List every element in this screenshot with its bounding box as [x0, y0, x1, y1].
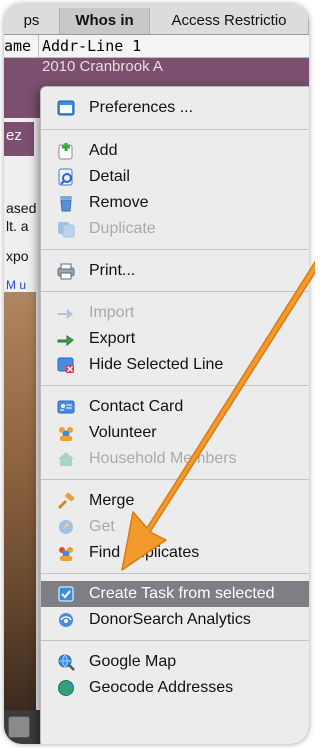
menu-separator [41, 129, 309, 130]
column-header-addr-line-1[interactable]: Addr-Line 1 [42, 35, 141, 57]
contact-card-icon [57, 400, 75, 414]
merge-icon [57, 492, 75, 510]
tab-bar: ps Whos in Access Restrictio [4, 4, 309, 35]
duplicate-icon [58, 222, 75, 238]
app-window: ps Whos in Access Restrictio ame Addr-Li… [4, 4, 309, 744]
menu-item-label: Detail [89, 168, 130, 185]
task-icon [58, 586, 74, 602]
menu-item-merge[interactable]: Merge [41, 488, 309, 514]
household-icon [58, 452, 74, 466]
detail-icon [58, 168, 73, 186]
table-row-selected-name[interactable]: ez [4, 122, 34, 156]
volunteer-icon [59, 427, 73, 441]
menu-item-preferences[interactable]: Preferences ... [41, 95, 309, 121]
screenshot: ps Whos in Access Restrictio ame Addr-Li… [0, 0, 315, 748]
menu-item-label: Volunteer [89, 424, 157, 441]
menu-item-label: Geocode Addresses [89, 679, 234, 696]
globe-search-icon [58, 654, 75, 671]
menu-item-label: Duplicate [89, 220, 156, 237]
menu-item-contact-card[interactable]: Contact Card [41, 394, 309, 420]
window-icon [57, 100, 75, 116]
menu-separator [41, 640, 309, 641]
menu-item-label: Add [89, 142, 118, 159]
menu-item-hide-selected-line[interactable]: Hide Selected Line [41, 352, 309, 378]
export-icon [57, 335, 74, 347]
import-icon [58, 309, 73, 319]
menu-item-import[interactable]: Import [41, 300, 309, 326]
menu-item-duplicate[interactable]: Duplicate [41, 216, 309, 242]
tab-groups[interactable]: ps [4, 8, 60, 34]
menu-item-label: Get [89, 518, 115, 535]
column-header-row: ame Addr-Line 1 [4, 35, 309, 58]
menu-item-print[interactable]: Print... [41, 258, 309, 284]
column-divider [38, 35, 39, 57]
globe-icon [58, 680, 74, 696]
menu-separator [41, 573, 309, 574]
find-duplicates-icon [59, 547, 73, 561]
menu-item-label: Create Task from selected [89, 585, 275, 602]
menu-separator [41, 291, 309, 292]
donorsearch-icon [59, 613, 73, 627]
context-menu: Preferences ... Add Detail Remove Duplic… [40, 86, 309, 744]
menu-item-label: Find Duplicates [89, 544, 200, 561]
menu-item-export[interactable]: Export [41, 326, 309, 352]
menu-item-google-map[interactable]: Google Map [41, 649, 309, 675]
menu-item-label: Import [89, 304, 135, 321]
side-text-1: ased [6, 200, 37, 216]
menu-item-remove[interactable]: Remove [41, 190, 309, 216]
menu-item-label: Household Members [89, 450, 237, 467]
menu-item-add[interactable]: Add [41, 138, 309, 164]
menu-item-label: Export [89, 330, 136, 347]
menu-item-create-task[interactable]: Create Task from selected [41, 581, 309, 607]
menu-separator [41, 479, 309, 480]
menu-item-label: Preferences ... [89, 99, 194, 116]
menu-item-detail[interactable]: Detail [41, 164, 309, 190]
menu-item-label: Google Map [89, 653, 177, 670]
side-link[interactable]: M u [6, 278, 26, 292]
menu-item-volunteer[interactable]: Volunteer [41, 420, 309, 446]
add-icon [58, 143, 73, 160]
menu-item-geocode-addresses[interactable]: Geocode Addresses [41, 675, 309, 701]
get-icon [59, 520, 73, 534]
side-text-2: lt. a [6, 218, 29, 234]
tab-whos-in[interactable]: Whos in [60, 8, 150, 34]
menu-item-find-duplicates[interactable]: Find Duplicates [41, 540, 309, 566]
side-text-3: xpo [6, 248, 29, 264]
printer-icon [57, 263, 75, 280]
toolbar-button[interactable] [8, 716, 30, 738]
menu-item-label: Merge [89, 492, 135, 509]
menu-item-donorsearch-analytics[interactable]: DonorSearch Analytics [41, 607, 309, 633]
menu-item-label: Contact Card [89, 398, 184, 415]
menu-item-get[interactable]: Get [41, 514, 309, 540]
menu-item-label: Hide Selected Line [89, 356, 224, 373]
hide-line-icon [57, 357, 74, 373]
column-header-name[interactable]: ame [4, 35, 31, 57]
menu-item-label: Print... [89, 262, 136, 279]
table-cell-address: 2010 Cranbrook A [42, 58, 163, 75]
menu-item-label: Remove [89, 194, 149, 211]
menu-separator [41, 385, 309, 386]
menu-item-household-members[interactable]: Household Members [41, 446, 309, 472]
trash-icon [60, 196, 72, 212]
tab-access-restrictions[interactable]: Access Restrictio [150, 8, 309, 34]
profile-photo [4, 292, 36, 712]
menu-item-label: DonorSearch Analytics [89, 611, 251, 628]
menu-separator [41, 249, 309, 250]
